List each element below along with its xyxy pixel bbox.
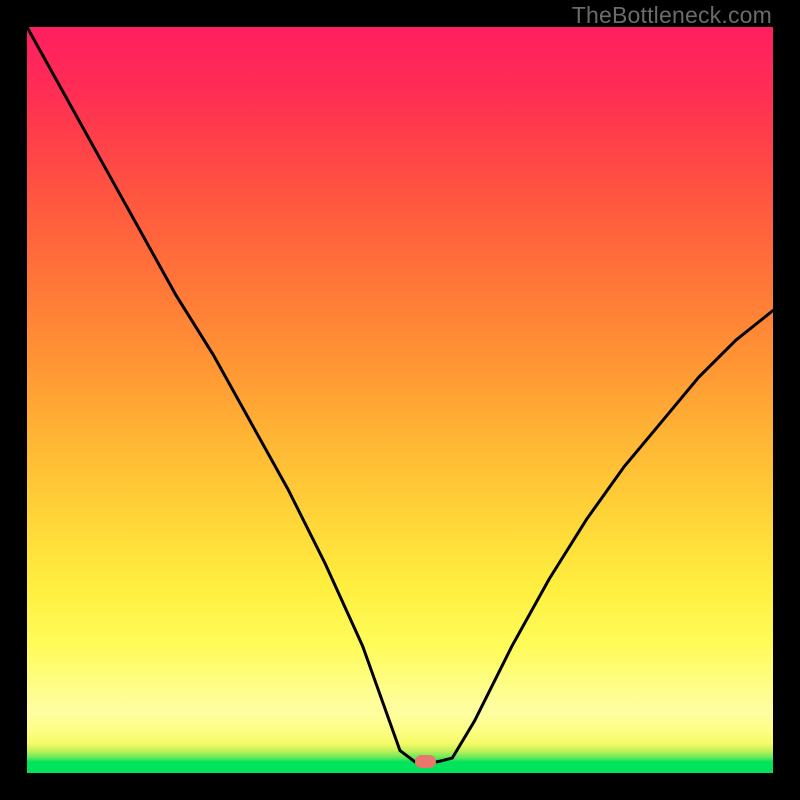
chart-frame: TheBottleneck.com (0, 0, 800, 800)
bottleneck-curve (27, 27, 773, 773)
plot-area (27, 27, 773, 773)
optimal-point-marker (415, 755, 436, 768)
watermark-text: TheBottleneck.com (572, 2, 772, 29)
